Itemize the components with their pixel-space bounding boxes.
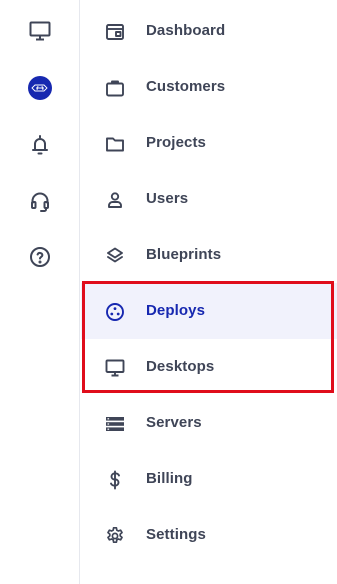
nav-item-settings[interactable]: Settings [81, 507, 337, 563]
monitor-icon [105, 359, 125, 377]
gear-icon [107, 526, 123, 544]
nav-item-label: Dashboard [146, 22, 226, 39]
rail-logo-button[interactable] [0, 60, 80, 116]
dashboard-icon [106, 24, 124, 40]
app-sidebar: Dashboard Customers Projects Users Bluep… [0, 0, 337, 584]
nav-item-label: Servers [146, 414, 202, 431]
server-icon [106, 417, 124, 431]
nav-item-deploys[interactable]: Deploys [81, 283, 337, 339]
user-icon [108, 192, 122, 208]
nav-item-label: Users [146, 190, 189, 207]
nav-item-label: Billing [146, 470, 193, 487]
briefcase-icon [106, 80, 124, 97]
icon-rail [0, 0, 80, 584]
main-nav: Dashboard Customers Projects Users Bluep… [81, 0, 337, 584]
rail-desktop-button[interactable] [0, 3, 80, 59]
bell-icon [32, 135, 48, 155]
brand-logo-icon [28, 76, 52, 100]
nav-item-dashboard[interactable]: Dashboard [81, 3, 337, 59]
nav-item-label: Desktops [146, 358, 215, 375]
nav-item-customers[interactable]: Customers [81, 59, 337, 115]
rail-help-button[interactable] [0, 229, 80, 285]
nav-item-projects[interactable]: Projects [81, 115, 337, 171]
nav-item-label: Blueprints [146, 246, 222, 263]
nav-item-billing[interactable]: Billing [81, 451, 337, 507]
nav-item-blueprints[interactable]: Blueprints [81, 227, 337, 283]
nav-item-label: Projects [146, 134, 206, 151]
nav-item-label: Customers [146, 78, 226, 95]
nav-item-servers[interactable]: Servers [81, 395, 337, 451]
rail-support-button[interactable] [0, 173, 80, 229]
question-circle-icon [30, 247, 50, 267]
nav-item-desktops[interactable]: Desktops [81, 339, 337, 395]
nav-item-label: Deploys [146, 302, 206, 319]
folder-icon [106, 137, 124, 152]
nav-item-label: Settings [146, 526, 206, 543]
rail-notifications-button[interactable] [0, 117, 80, 173]
layers-icon [107, 247, 123, 263]
headset-icon [31, 192, 49, 212]
dollar-icon [110, 470, 120, 490]
monitor-icon [29, 21, 51, 41]
nav-item-users[interactable]: Users [81, 171, 337, 227]
deploy-icon [106, 303, 124, 321]
